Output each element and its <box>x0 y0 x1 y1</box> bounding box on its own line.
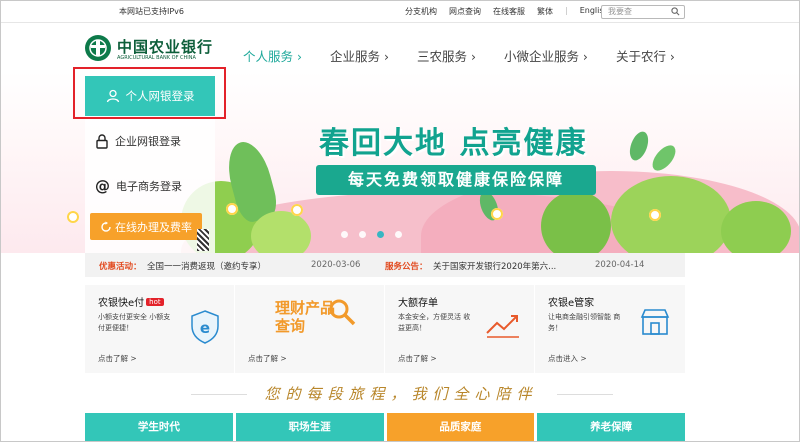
card-title: 大额存单 <box>398 298 438 309</box>
banner-ribbon: 每天免费领取健康保险保障 <box>316 165 596 195</box>
nav-agricultural-services[interactable]: 三农服务 › <box>417 46 476 65</box>
card-e-butler[interactable]: 农银e管家 让电商金融引领智能 商务！ 点击进入 > <box>535 285 685 373</box>
traditional-chinese-link[interactable]: 繁体 <box>537 6 553 17</box>
card-desc: 本金安全，方便灵活 收益更高！ <box>398 313 471 332</box>
banner-bush <box>721 201 791 253</box>
trend-chart-icon <box>486 315 519 338</box>
highlight-box <box>73 67 226 119</box>
notice-label: 服务公告： <box>385 262 428 272</box>
card-quick-pay[interactable]: 农银快e付 hot 小额支付更安全 小额支付更便捷！ 点击了解 > e <box>85 285 235 373</box>
top-utility-bar: 本网站已支持IPv6 分支机构 网点查询 在线客服 繁体 | English 我… <box>1 1 799 23</box>
banner-leaf <box>648 141 680 175</box>
notice-link[interactable]: 关于国家开发银行2020年第六... <box>433 260 556 272</box>
carousel-dot[interactable] <box>395 231 402 238</box>
card-more-link[interactable]: 点击了解 > <box>98 353 137 364</box>
refresh-icon <box>101 221 111 232</box>
banner-bush <box>541 191 611 253</box>
tab-student[interactable]: 学生时代 <box>85 413 233 441</box>
tab-career[interactable]: 职场生涯 <box>235 413 384 441</box>
card-more-link[interactable]: 点击了解 > <box>398 353 437 364</box>
qr-code-icon[interactable] <box>197 229 209 251</box>
promo-link[interactable]: 全国一一消费返现（邀约专享） <box>147 260 266 272</box>
carousel-dot[interactable] <box>359 231 366 238</box>
lock-icon <box>96 133 108 149</box>
abc-emblem-icon <box>85 35 111 61</box>
flower-icon <box>226 203 238 215</box>
abc-logo[interactable]: 中国农业银行 AGRICULTURAL BANK OF CHINA <box>85 35 225 67</box>
carousel-dots <box>341 231 402 238</box>
magnifier-icon <box>329 299 356 326</box>
card-title: 农银e管家 <box>548 298 595 309</box>
ecommerce-login-link[interactable]: @ 电子商务登录 <box>95 176 215 196</box>
divider: | <box>565 6 568 15</box>
promo-date: 2020-03-06 <box>311 260 361 270</box>
search-icon[interactable] <box>671 7 680 16</box>
branch-link[interactable]: 分支机构 <box>405 6 437 17</box>
carousel-dot-active[interactable] <box>377 231 384 238</box>
promo-label: 优惠活动： <box>99 262 142 272</box>
online-services-label: 在线办理及费率 <box>115 220 192 234</box>
slogan: 您的每段旅程，我们全心陪伴 <box>264 385 538 403</box>
card-large-deposit[interactable]: 大额存单 本金安全，方便灵活 收益更高！ 点击了解 > <box>385 285 535 373</box>
service-cards: 农银快e付 hot 小额支付更安全 小额支付更便捷！ 点击了解 > e 理财产品查… <box>85 285 685 373</box>
carousel-dot[interactable] <box>341 231 348 238</box>
card-desc: 让电商金融引领智能 商务！ <box>548 313 621 332</box>
search-input[interactable]: 我要查 <box>601 5 685 19</box>
online-services-button[interactable]: 在线办理及费率 <box>90 213 202 240</box>
nav-corporate-services[interactable]: 企业服务 › <box>330 46 389 65</box>
top-links: 分支机构 网点查询 在线客服 繁体 | English <box>405 6 609 17</box>
ipv6-notice: 本网站已支持IPv6 <box>119 7 185 16</box>
news-bar: 优惠活动： 全国一一消费返现（邀约专享） 2020-03-06 服务公告： 关于… <box>85 253 685 277</box>
ecommerce-login-label: 电子商务登录 <box>116 180 182 193</box>
card-desc: 小额支付更安全 小额支付更便捷！ <box>98 313 171 332</box>
search-placeholder: 我要查 <box>608 7 632 16</box>
flower-icon <box>649 209 661 221</box>
main-nav: 个人服务 › 企业服务 › 三农服务 › 小微企业服务 › 关于农行 › <box>243 46 703 65</box>
banner-heading: 春回大地 点亮健康 <box>319 126 588 161</box>
flower-icon <box>291 204 303 216</box>
svg-text:e: e <box>200 319 210 337</box>
tab-family[interactable]: 品质家庭 <box>386 413 535 441</box>
nav-small-business-services[interactable]: 小微企业服务 › <box>504 46 588 65</box>
hot-badge: hot <box>146 298 164 306</box>
card-more-link[interactable]: 点击进入 > <box>548 353 587 364</box>
logo-english: AGRICULTURAL BANK OF CHINA <box>117 55 196 61</box>
logo-chinese: 中国农业银行 <box>117 38 214 56</box>
flower-icon <box>67 211 79 223</box>
at-sign-icon: @ <box>95 177 110 195</box>
browser-page: 本网站已支持IPv6 分支机构 网点查询 在线客服 繁体 | English 我… <box>0 0 800 442</box>
outlet-query-link[interactable]: 网点查询 <box>449 6 481 17</box>
card-wealth-products[interactable]: 理财产品查询 点击了解 > <box>235 285 385 373</box>
shield-e-icon: e <box>191 310 219 344</box>
online-service-link[interactable]: 在线客服 <box>493 6 525 17</box>
card-title: 农银快e付 hot <box>98 294 164 309</box>
card-more-link[interactable]: 点击了解 > <box>248 353 287 364</box>
banner-bush <box>251 211 311 253</box>
tab-retirement[interactable]: 养老保障 <box>537 413 685 441</box>
corporate-login-label: 企业网银登录 <box>115 135 181 148</box>
corporate-banking-login-link[interactable]: 企业网银登录 <box>95 131 215 151</box>
life-stage-tabs: 学生时代 职场生涯 品质家庭 养老保障 <box>85 413 685 441</box>
notice-date: 2020-04-14 <box>595 260 645 270</box>
banner-leaf <box>626 129 652 163</box>
nav-personal-services[interactable]: 个人服务 › <box>243 46 302 65</box>
nav-about-abc[interactable]: 关于农行 › <box>616 46 675 65</box>
storefront-icon <box>640 309 670 335</box>
flower-icon <box>491 208 503 220</box>
wealth-product-title: 理财产品查询 <box>275 299 336 335</box>
